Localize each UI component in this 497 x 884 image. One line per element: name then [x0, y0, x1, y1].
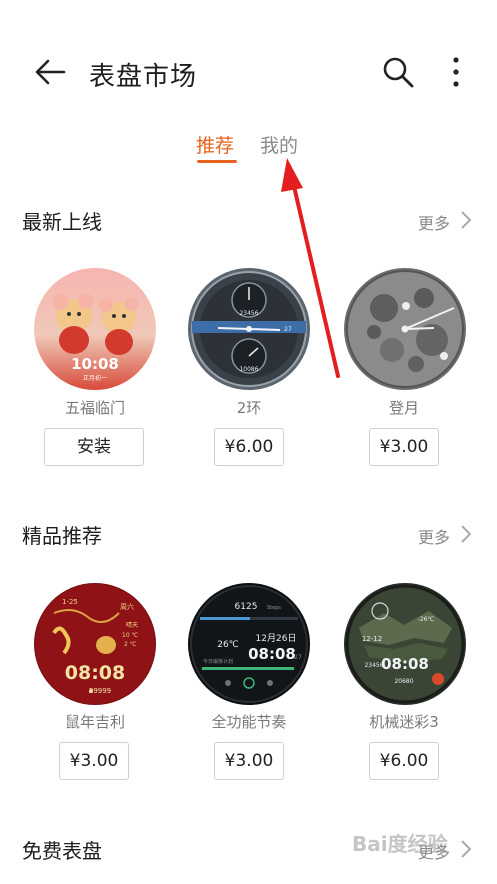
- face-time: 08:08: [381, 655, 429, 673]
- watch-name: 全功能节奏: [211, 713, 287, 731]
- face-temp: -26℃: [418, 616, 435, 623]
- more-link-featured[interactable]: 更多: [418, 524, 450, 548]
- watch-face-wufu[interactable]: 10:08 正月初一: [34, 268, 156, 390]
- face-date: 12月26日: [256, 633, 297, 644]
- face-temp-low: 2 ℃: [124, 641, 137, 648]
- section-title-free: 免费表盘: [22, 839, 102, 863]
- section-title-newest: 最新上线: [22, 210, 102, 234]
- price-button[interactable]: ¥3.00: [369, 428, 439, 466]
- tab-recommended[interactable]: 推荐: [196, 131, 234, 158]
- watch-name: 鼠年吉利: [64, 713, 125, 731]
- watch-name: 登月: [388, 399, 419, 417]
- chevron-right-icon[interactable]: [459, 524, 473, 544]
- more-options-icon[interactable]: [443, 54, 469, 90]
- watch-name: 机械迷彩3: [369, 713, 439, 731]
- section-title-featured: 精品推荐: [22, 524, 102, 548]
- face-steps-unit: Steps: [267, 605, 281, 611]
- face-date: 1-25: [62, 598, 78, 606]
- watch-face-rat-year[interactable]: 1-25 周六 晴天 10 ℃ 2 ℃ 08:08 29999: [34, 583, 156, 705]
- face-steps: 29999: [89, 687, 111, 695]
- watermark: Bai度经验: [352, 832, 448, 856]
- price-button[interactable]: ¥6.00: [214, 428, 284, 466]
- active-tab-indicator: [197, 160, 237, 163]
- face-steps: 23456: [239, 310, 258, 317]
- tab-mine[interactable]: 我的: [260, 131, 298, 158]
- face-time: 08:08: [65, 662, 125, 684]
- watch-name: 2环: [236, 399, 262, 417]
- chevron-right-icon[interactable]: [459, 210, 473, 230]
- back-arrow-icon[interactable]: [30, 52, 70, 92]
- price-button[interactable]: ¥6.00: [369, 742, 439, 780]
- watch-face-2huan[interactable]: 23456 10086 27: [188, 268, 310, 390]
- face-weather: 晴天: [126, 621, 138, 629]
- face-date: 12-12: [362, 635, 382, 643]
- face-steps: 23456: [364, 662, 383, 669]
- install-button[interactable]: 安装: [44, 428, 144, 466]
- watch-face-moon[interactable]: [344, 268, 466, 390]
- face-seconds: 27: [294, 654, 302, 661]
- watch-name: 五福临门: [64, 399, 125, 417]
- watch-face-mech-camo[interactable]: -26℃ 12-12 08:08 23456 20680: [344, 583, 466, 705]
- price-button[interactable]: ¥3.00: [59, 742, 129, 780]
- search-icon[interactable]: [380, 54, 416, 90]
- face-subtext: 正月初一: [83, 374, 107, 382]
- face-calories: 20680: [394, 678, 413, 685]
- face-time: 08:08: [248, 645, 296, 663]
- price-button[interactable]: ¥3.00: [214, 742, 284, 780]
- face-temp: 10 ℃: [122, 632, 139, 639]
- watch-face-full-function[interactable]: 6125 Steps 26℃ 12月26日 08:08 27 今日锻炼计划: [188, 583, 310, 705]
- more-link-newest[interactable]: 更多: [418, 210, 450, 234]
- face-plan-label: 今日锻炼计划: [203, 658, 233, 665]
- face-temp: 26℃: [217, 640, 239, 650]
- face-calories: 10086: [239, 366, 258, 373]
- face-time: 10:08: [71, 355, 119, 373]
- page-title: 表盘市场: [89, 62, 198, 92]
- face-steps: 6125: [235, 602, 258, 612]
- face-date: 27: [284, 326, 292, 333]
- face-day: 周六: [120, 602, 134, 611]
- chevron-right-icon[interactable]: [459, 839, 473, 859]
